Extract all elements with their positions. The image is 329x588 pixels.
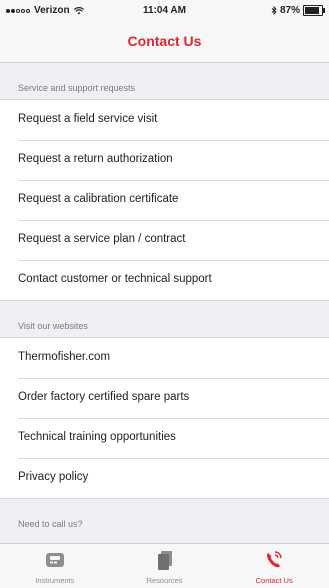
list-item-thermofisher[interactable]: Thermofisher.com xyxy=(0,338,329,378)
list-item-return-authorization[interactable]: Request a return authorization xyxy=(0,140,329,180)
list-item-training[interactable]: Technical training opportunities xyxy=(0,418,329,458)
section-websites: Thermofisher.com Order factory certified… xyxy=(0,337,329,499)
tab-resources[interactable]: Resources xyxy=(110,544,220,588)
page-title: Contact Us xyxy=(127,33,202,49)
status-bar: Verizon 11:04 AM 87% xyxy=(0,0,329,20)
section-header-service: Service and support requests xyxy=(18,83,136,93)
bluetooth-icon xyxy=(271,6,277,15)
status-right: 87% xyxy=(271,5,325,16)
list-item-privacy-policy[interactable]: Privacy policy xyxy=(0,458,329,498)
contact-us-screen: Verizon 11:04 AM 87% Contact Us Service … xyxy=(0,0,329,588)
tab-instruments-label: Instruments xyxy=(35,576,75,585)
resources-icon xyxy=(157,551,172,570)
section-header-websites: Visit our websites xyxy=(18,321,88,331)
battery-icon xyxy=(303,5,325,16)
instruments-icon xyxy=(45,553,64,567)
list-item-field-service[interactable]: Request a field service visit xyxy=(0,100,329,140)
list-item-service-plan[interactable]: Request a service plan / contract xyxy=(0,220,329,260)
tab-contact-us-label: Contact Us xyxy=(255,576,293,585)
tab-bar: Instruments Resources Contact Us xyxy=(0,543,329,588)
settings-list[interactable]: Service and support requests Request a f… xyxy=(0,63,329,544)
battery-fill xyxy=(305,7,319,14)
tab-instruments[interactable]: Instruments xyxy=(0,544,110,588)
phone-icon xyxy=(267,551,282,568)
battery-percent: 87% xyxy=(279,5,300,16)
navigation-bar: Contact Us xyxy=(0,20,329,63)
list-item-contact-support[interactable]: Contact customer or technical support xyxy=(0,260,329,300)
tab-contact-us[interactable]: Contact Us xyxy=(219,544,329,588)
section-header-call-us: Need to call us? xyxy=(18,519,83,529)
list-item-calibration-certificate[interactable]: Request a calibration certificate xyxy=(0,180,329,220)
tab-resources-label: Resources xyxy=(146,576,183,585)
list-item-spare-parts[interactable]: Order factory certified spare parts xyxy=(0,378,329,418)
section-service-requests: Request a field service visit Request a … xyxy=(0,99,329,301)
